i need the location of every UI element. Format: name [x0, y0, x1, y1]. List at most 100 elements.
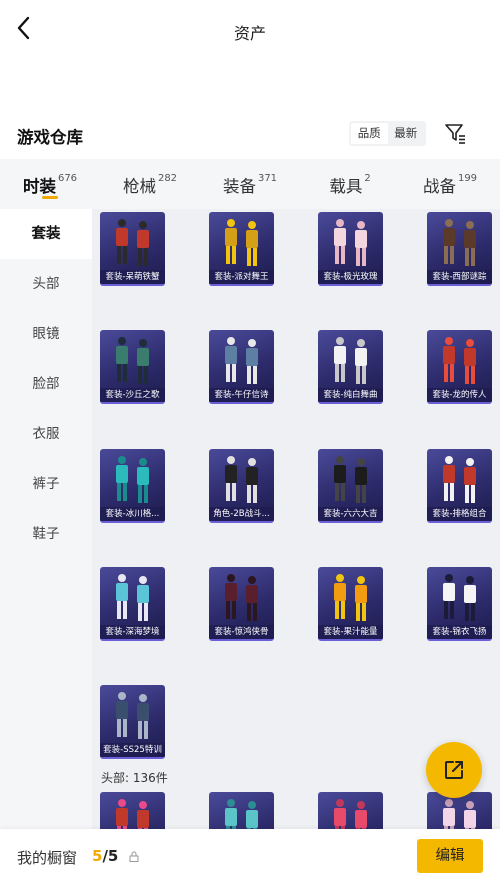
bottom-bar: 我的橱窗 5/5 编辑: [0, 829, 500, 885]
top-bar: 资产: [0, 0, 500, 60]
tab-fashion[interactable]: 时装 676: [0, 159, 100, 209]
edit-button[interactable]: 编辑: [417, 839, 483, 873]
item-card[interactable]: 套装-惊鸿侠骨: [209, 567, 274, 641]
tab-count: 199: [457, 173, 478, 184]
outfit-art-icon: [443, 456, 476, 503]
page-title: 资产: [233, 24, 266, 43]
tab-gear[interactable]: 战备 199: [400, 159, 500, 209]
sort-latest-option[interactable]: 最新: [388, 123, 425, 144]
share-button[interactable]: [426, 742, 482, 798]
sidebar-item-outfits[interactable]: 套装: [0, 209, 92, 259]
sidebar: 套装 头部 眼镜 脸部 衣服 裤子 鞋子: [0, 209, 92, 829]
share-icon: [445, 761, 463, 779]
tab-count: 676: [57, 173, 78, 184]
item-card[interactable]: 角色-2B战斗...: [209, 449, 274, 523]
sidebar-item-clothes[interactable]: 衣服: [0, 409, 92, 459]
sidebar-item-pants[interactable]: 裤子: [0, 459, 92, 509]
item-name: 套装-极光玫瑰: [318, 270, 383, 284]
outfit-art-icon: [225, 337, 258, 384]
tab-firearms[interactable]: 枪械 282: [100, 159, 200, 209]
item-card[interactable]: 套装-深海梦境: [100, 567, 165, 641]
outfit-art-icon: [443, 574, 476, 621]
active-tab-indicator: [42, 196, 58, 199]
outfit-art-icon: [116, 337, 149, 384]
sidebar-item-glasses[interactable]: 眼镜: [0, 309, 92, 359]
item-name: 套装-午仔信诗: [209, 388, 274, 402]
outfit-art-icon: [116, 692, 149, 739]
category-tabs: 时装 676 枪械 282 装备 371 载具 2 战备 199: [0, 159, 500, 209]
outfit-art-icon: [116, 456, 149, 503]
tab-count: 371: [257, 173, 278, 184]
item-card[interactable]: 套装-六六大吉: [318, 449, 383, 523]
item-name: 套装-派对舞王: [209, 270, 274, 284]
showcase-total: /5: [102, 847, 119, 865]
tab-label: 枪械: [122, 177, 156, 196]
sidebar-item-head[interactable]: 头部: [0, 259, 92, 309]
item-card[interactable]: 套装-龙的传人: [427, 330, 492, 404]
item-name: 套装-龙的传人: [427, 388, 492, 402]
item-card[interactable]: [209, 792, 274, 829]
item-card[interactable]: 套装-纯白舞曲: [318, 330, 383, 404]
item-name: 套装-惊鸿侠骨: [209, 625, 274, 639]
item-card[interactable]: [100, 792, 165, 829]
item-name: 套装-沙丘之歌: [100, 388, 165, 402]
outfit-art-icon: [225, 799, 258, 829]
item-name: 套装-果汁能量: [318, 625, 383, 639]
tab-label: 装备: [222, 177, 256, 196]
outfit-art-icon: [116, 799, 149, 829]
outfit-art-icon: [443, 799, 476, 829]
item-card[interactable]: 套装-呆萌铁蟹: [100, 212, 165, 286]
item-name: 套装-SS25特训: [100, 743, 165, 757]
showcase-label: 我的橱窗: [17, 849, 78, 867]
warehouse-title: 游戏仓库: [17, 128, 83, 147]
item-name: 套装-排格组合: [427, 507, 492, 521]
outfit-art-icon: [443, 337, 476, 384]
item-card[interactable]: 套装-派对舞王: [209, 212, 274, 286]
tab-label: 时装: [22, 177, 56, 196]
showcase-used: 5: [92, 847, 103, 865]
warehouse-header: 游戏仓库 品质 最新: [0, 118, 500, 152]
item-name: 角色-2B战斗...: [209, 507, 274, 521]
filter-icon: [445, 124, 465, 144]
showcase-count: 5/5: [92, 847, 118, 865]
item-card[interactable]: 套装-西部谜踪: [427, 212, 492, 286]
item-name: 套装-锦衣飞扬: [427, 625, 492, 639]
item-card[interactable]: 套装-排格组合: [427, 449, 492, 523]
filter-button[interactable]: [443, 121, 467, 145]
item-name: 套装-深海梦境: [100, 625, 165, 639]
outfit-art-icon: [334, 219, 367, 266]
tab-label: 载具: [329, 177, 363, 196]
item-grid: 头部: 136件 套装-呆萌铁蟹 套装-派对舞王 套装-极光玫瑰 套装-西部谜踪 套装-…: [92, 209, 500, 829]
tab-label: 战备: [422, 177, 456, 196]
item-name: 套装-西部谜踪: [427, 270, 492, 284]
tab-vehicles[interactable]: 载具 2: [300, 159, 400, 209]
lock-icon: [129, 851, 139, 862]
item-name: 套装-六六大吉: [318, 507, 383, 521]
outfit-art-icon: [334, 337, 367, 384]
outfit-art-icon: [334, 574, 367, 621]
outfit-art-icon: [225, 456, 258, 503]
item-card[interactable]: [427, 792, 492, 829]
item-card[interactable]: 套装-SS25特训: [100, 685, 165, 759]
outfit-art-icon: [334, 799, 367, 829]
item-card[interactable]: 套装-沙丘之歌: [100, 330, 165, 404]
item-card[interactable]: 套装-极光玫瑰: [318, 212, 383, 286]
item-card[interactable]: 套装-锦衣飞扬: [427, 567, 492, 641]
outfit-art-icon: [225, 574, 258, 621]
sidebar-item-face[interactable]: 脸部: [0, 359, 92, 409]
sort-quality-option[interactable]: 品质: [351, 123, 388, 144]
outfit-art-icon: [116, 574, 149, 621]
item-card[interactable]: 套装-冰川格...: [100, 449, 165, 523]
outfit-art-icon: [225, 219, 258, 266]
tab-equipment[interactable]: 装备 371: [200, 159, 300, 209]
tab-count: 282: [157, 173, 178, 184]
item-card[interactable]: 套装-午仔信诗: [209, 330, 274, 404]
outfit-art-icon: [116, 219, 149, 266]
tab-count: 2: [364, 173, 371, 184]
outfit-art-icon: [443, 219, 476, 266]
sidebar-item-shoes[interactable]: 鞋子: [0, 509, 92, 559]
item-card[interactable]: 套装-果汁能量: [318, 567, 383, 641]
group-label-head: 头部: 136件: [101, 771, 168, 785]
item-name: 套装-冰川格...: [100, 507, 165, 521]
item-card[interactable]: [318, 792, 383, 829]
